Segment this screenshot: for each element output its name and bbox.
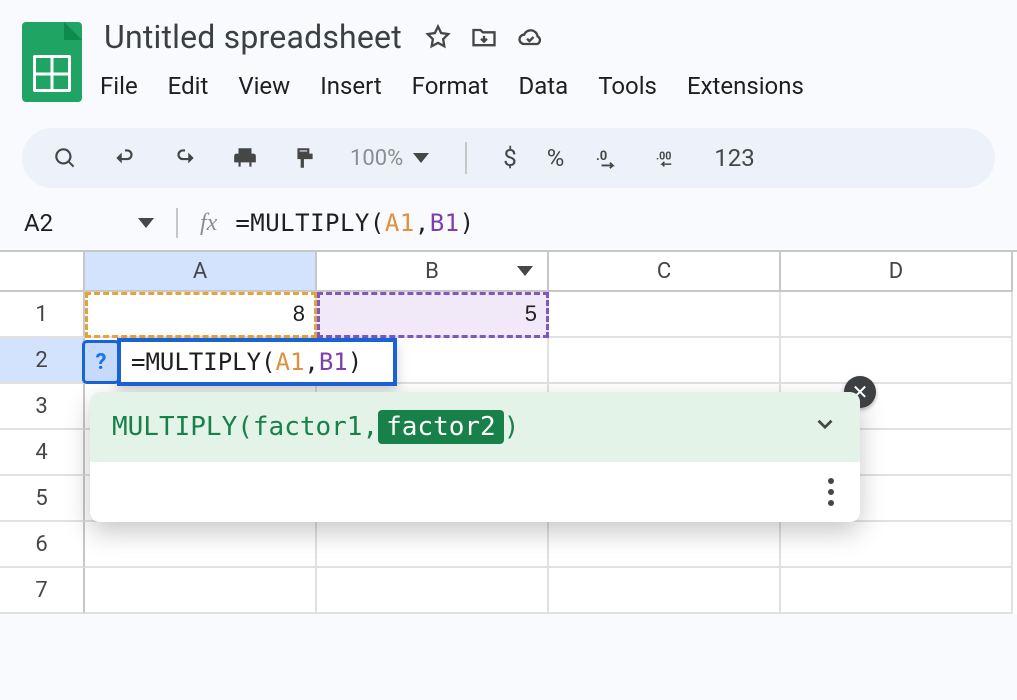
name-box-value: A2 [24,209,53,237]
cell-A1[interactable]: 8 [85,292,317,338]
menu-data[interactable]: Data [518,72,568,100]
row-header-6[interactable]: 6 [0,522,85,568]
cell-editor[interactable]: = MULTIPLY ( A1 , B1 ) [117,338,397,386]
move-to-folder-icon[interactable] [470,23,498,51]
tooltip-close: ) [504,412,520,442]
toolbar-separator [465,142,467,174]
format-number-button[interactable]: 123 [714,144,754,172]
fx-icon: fx [200,210,217,237]
tooltip-arg1: factor1 [253,412,363,442]
svg-text:.00: .00 [656,150,671,163]
cell-C2[interactable] [549,338,781,384]
decrease-decimal-button[interactable]: .0 [594,143,624,173]
svg-text:.0: .0 [596,149,607,164]
search-icon[interactable] [50,143,80,173]
formula-fn: MULTIPLY [250,209,370,237]
menu-file[interactable]: File [100,72,138,100]
chevron-down-icon [413,153,429,163]
chevron-down-icon [138,218,154,228]
cell-C1[interactable] [549,292,781,338]
row-header-3[interactable]: 3 [0,384,85,430]
col-header-B[interactable]: B [317,252,549,292]
cell-C7[interactable] [549,568,781,614]
row-header-1[interactable]: 1 [0,292,85,338]
cell-A7[interactable] [85,568,317,614]
redo-icon[interactable] [170,143,200,173]
cell-D6[interactable] [781,522,1013,568]
formula-eq: = [235,209,250,237]
row-header-7[interactable]: 7 [0,568,85,614]
more-options-icon[interactable] [828,478,834,506]
chevron-down-icon[interactable] [517,266,533,276]
col-header-C[interactable]: C [549,252,781,292]
menu-view[interactable]: View [238,72,290,100]
menu-format[interactable]: Format [412,72,489,100]
formula-open: ( [370,209,385,237]
menu-insert[interactable]: Insert [320,72,381,100]
sheet-grid[interactable]: A B C D 185234567 ? = MULTIPLY ( A1 , B1… [0,250,1017,614]
formula-help-toggle[interactable]: ? [85,343,117,381]
menu-edit[interactable]: Edit [168,72,209,100]
zoom-select[interactable]: 100% [350,146,429,171]
zoom-value: 100% [350,146,403,171]
menubar: File Edit View Insert Format Data Tools … [100,72,995,100]
formula-bar[interactable]: = MULTIPLY ( A1 , B1 ) [235,209,474,237]
undo-icon[interactable] [110,143,140,173]
tooltip-arg2: factor2 [378,410,504,444]
name-box[interactable]: A2 [14,209,164,237]
formula-tooltip: ✕ MULTIPLY ( factor1 , factor2 ) [90,392,860,522]
cell-B7[interactable] [317,568,549,614]
star-icon[interactable] [424,23,452,51]
cell-A6[interactable] [85,522,317,568]
cell-B1[interactable]: 5 [317,292,549,338]
tooltip-comma: , [362,412,378,442]
cloud-status-icon[interactable] [516,23,544,51]
separator [176,208,178,238]
toolbar: 100% $ % .0 .00 123 [22,128,995,188]
tooltip-fn: MULTIPLY [112,412,237,442]
col-header-D[interactable]: D [781,252,1013,292]
cell-C6[interactable] [549,522,781,568]
paint-format-icon[interactable] [290,143,320,173]
sheets-logo[interactable] [22,22,82,102]
formula-comma: , [415,209,430,237]
col-header-A[interactable]: A [85,252,317,292]
row-header-4[interactable]: 4 [0,430,85,476]
row-header-5[interactable]: 5 [0,476,85,522]
select-all-corner[interactable] [0,252,85,292]
menu-tools[interactable]: Tools [598,72,657,100]
print-icon[interactable] [230,143,260,173]
formula-close: ) [460,209,475,237]
doc-title[interactable]: Untitled spreadsheet [100,16,406,58]
formula-arg1: A1 [385,209,415,237]
format-currency-button[interactable]: $ [503,144,517,172]
chevron-down-icon[interactable] [812,411,838,444]
cell-D1[interactable] [781,292,1013,338]
cell-B6[interactable] [317,522,549,568]
increase-decimal-button[interactable]: .00 [654,143,684,173]
format-percent-button[interactable]: % [547,144,565,172]
row-header-2[interactable]: 2 [0,338,85,384]
tooltip-open: ( [237,412,253,442]
menu-extensions[interactable]: Extensions [687,72,804,100]
cell-D7[interactable] [781,568,1013,614]
cell-D2[interactable] [781,338,1013,384]
formula-arg2: B1 [430,209,460,237]
